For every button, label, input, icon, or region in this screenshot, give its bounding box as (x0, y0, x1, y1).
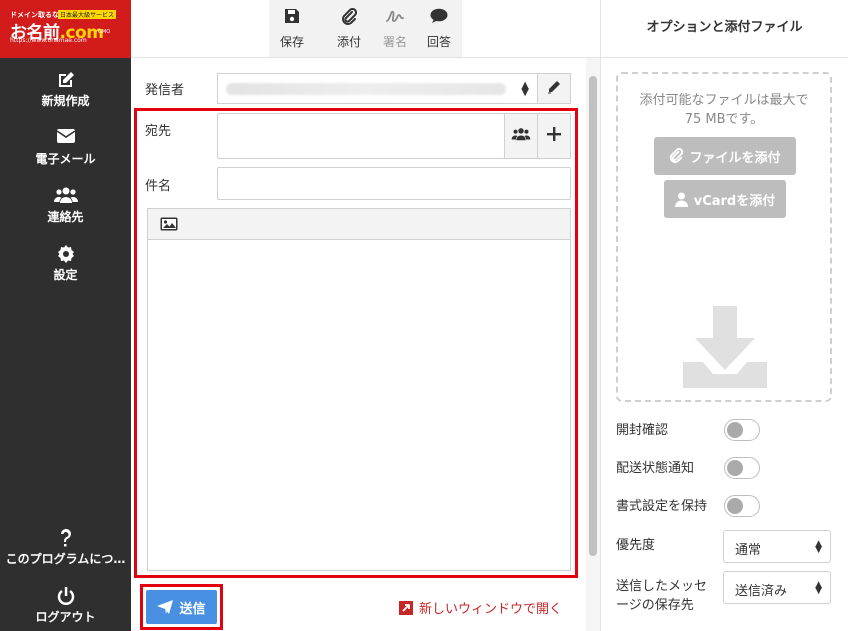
select-arrows-icon: ▲ ▼ (815, 539, 822, 555)
compose-toolbar: 保存 添付 署名 回答 (131, 0, 600, 58)
read-receipt-toggle[interactable] (724, 419, 760, 441)
save-sent-label: 送信したメッセ ージの保存先 (616, 579, 708, 613)
select-arrows-icon: ▲ ▼ (521, 80, 529, 98)
sidebar-item-settings[interactable]: 設定 (0, 238, 131, 288)
signature-label: 署名 (382, 35, 407, 49)
question-icon (0, 528, 131, 550)
new-window-label: 新しいウィンドウで開く (419, 602, 563, 617)
attachment-dropzone[interactable]: 添付可能なファイルは最大で 75 MBです。 ファイルを添付 vCardを添付 (616, 72, 832, 402)
toolbar-group: 保存 添付 署名 回答 (269, 0, 462, 57)
respond-label: 回答 (426, 35, 451, 49)
save-label: 保存 (279, 35, 304, 49)
options-title: オプションと添付ファイル (601, 0, 848, 58)
highlight-frame (134, 108, 578, 578)
sidebar-item-label: ログアウト (35, 610, 96, 624)
sidebar-item-contacts[interactable]: 連絡先 (0, 180, 131, 230)
logo-url: https://www.onamae.com (10, 37, 87, 44)
download-icon (683, 306, 767, 392)
attach-button[interactable]: 添付 (326, 0, 372, 57)
save-button[interactable]: 保存 (269, 0, 315, 57)
external-link-icon (399, 600, 413, 615)
logo[interactable]: ドメイン取るなら 日本最大級サービス お名前.com https://www.o… (0, 0, 131, 58)
priority-value: 通常 (735, 543, 762, 558)
open-new-window-link[interactable]: 新しいウィンドウで開く (399, 598, 562, 617)
from-label: 発信者 (145, 83, 185, 98)
sidebar-item-logout[interactable]: ログアウト (0, 580, 131, 630)
send-label: 送信 (179, 601, 206, 617)
sidebar-item-about[interactable]: このプログラムにつ… (0, 522, 131, 572)
priority-label: 優先度 (616, 538, 656, 553)
from-select[interactable]: ▲ ▼ (217, 73, 537, 104)
save-sent-value: 送信済み (735, 584, 788, 599)
pencil-icon (547, 80, 561, 98)
delivery-status-label: 配送状態通知 (616, 461, 695, 476)
form-scrollbar[interactable] (586, 58, 600, 631)
paperclip-icon (326, 7, 372, 30)
keep-format-toggle[interactable] (724, 495, 760, 517)
paperclip-icon (670, 148, 684, 164)
sidebar-item-label: このプログラムにつ… (5, 552, 126, 566)
paper-plane-icon (157, 600, 174, 614)
attach-label: 添付 (336, 35, 361, 49)
envelope-icon (0, 128, 131, 150)
sidebar-item-compose[interactable]: 新規作成 (0, 64, 131, 114)
select-arrows-icon: ▲ ▼ (815, 580, 822, 596)
from-value-blurred (226, 83, 506, 95)
user-icon (674, 192, 688, 207)
save-sent-select[interactable]: 送信済み ▲ ▼ (723, 571, 831, 604)
attach-vcard-label: vCardを添付 (693, 193, 776, 209)
sidebar-item-label: 新規作成 (41, 94, 90, 108)
dropzone-text: 添付可能なファイルは最大で 75 MBです。 (639, 93, 809, 127)
toggle-knob (727, 422, 743, 438)
toggle-knob (727, 460, 743, 476)
read-receipt-label: 開封確認 (616, 423, 669, 438)
sidebar-item-label: 連絡先 (47, 210, 84, 224)
delivery-status-toggle[interactable] (724, 457, 760, 479)
attach-vcard-button[interactable]: vCardを添付 (664, 180, 786, 218)
priority-select[interactable]: 通常 ▲ ▼ (723, 530, 831, 563)
scroll-thumb[interactable] (589, 76, 597, 556)
sidebar-item-label: 設定 (53, 268, 78, 282)
users-icon (0, 186, 131, 208)
respond-button[interactable]: 回答 (416, 0, 462, 57)
power-icon (0, 586, 131, 608)
sidebar-item-label: 電子メール (35, 152, 96, 166)
floppy-icon (269, 8, 315, 30)
gear-icon (0, 244, 131, 266)
comment-icon (416, 8, 462, 30)
sidebar: ドメイン取るなら 日本最大級サービス お名前.com https://www.o… (0, 0, 131, 631)
sidebar-item-mail[interactable]: 電子メール (0, 122, 131, 172)
keep-format-label: 書式設定を保持 (616, 499, 708, 514)
signature-button[interactable]: 署名 (372, 0, 418, 57)
attach-file-label: ファイルを添付 (689, 150, 781, 166)
logo-company: GMO (98, 29, 111, 35)
send-button[interactable]: 送信 (146, 590, 217, 624)
toggle-knob (727, 498, 743, 514)
edit-icon (0, 70, 131, 92)
signature-icon (372, 8, 418, 30)
attach-file-button[interactable]: ファイルを添付 (654, 137, 796, 175)
edit-identity-button[interactable] (537, 73, 571, 104)
